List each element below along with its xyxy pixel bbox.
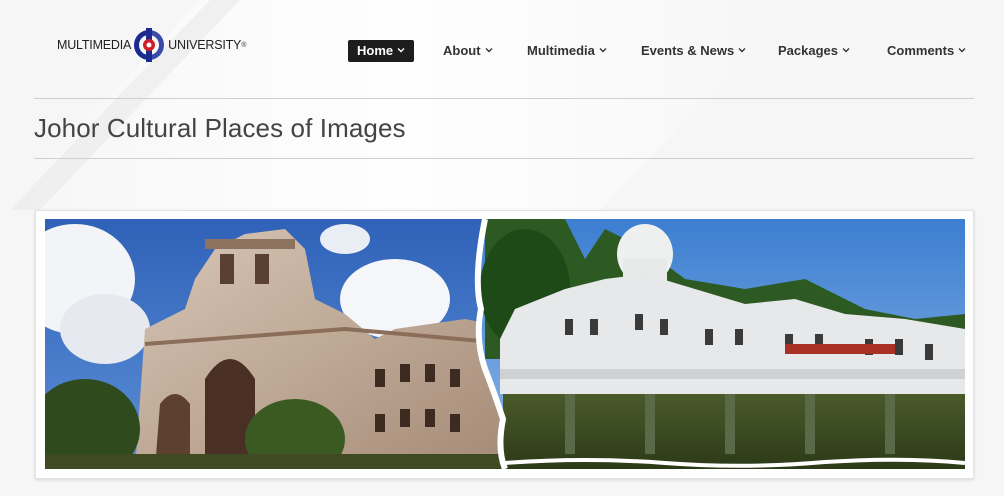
nav-item-multimedia[interactable]: Multimedia: [527, 40, 607, 62]
logo-text-left: MULTIMEDIA: [57, 38, 132, 52]
white-palace-photo: [474, 219, 965, 469]
logo-mark-icon: [134, 28, 165, 62]
page-title: Johor Cultural Places of Images: [34, 113, 406, 143]
nav-label: About: [443, 43, 481, 58]
nav-label: Home: [357, 43, 394, 58]
nav-item-home[interactable]: Home: [348, 40, 415, 62]
banner-frame: [35, 210, 974, 479]
chevron-down-icon: [958, 48, 966, 53]
nav-label: Comments: [887, 43, 955, 58]
nav-label: Packages: [778, 43, 838, 58]
chevron-down-icon: [485, 48, 493, 53]
banner-image: [45, 219, 965, 469]
divider-bottom: [34, 158, 974, 159]
chevron-down-icon: [397, 48, 405, 53]
nav-item-comments[interactable]: Comments: [887, 40, 966, 62]
divider-top: [34, 98, 974, 99]
university-logo[interactable]: MULTIMEDIA UNIVERSITY ®: [57, 27, 246, 63]
registered-mark: ®: [241, 41, 247, 49]
chevron-down-icon: [842, 48, 850, 53]
logo-text-right: UNIVERSITY: [168, 38, 242, 52]
nav-label: Events & News: [641, 43, 735, 58]
chevron-down-icon: [738, 48, 746, 53]
nav-label: Multimedia: [527, 43, 595, 58]
colonial-building-photo: [45, 219, 516, 469]
nav-item-packages[interactable]: Packages: [778, 40, 850, 62]
chevron-down-icon: [599, 48, 607, 53]
nav-item-events-news[interactable]: Events & News: [641, 40, 746, 62]
nav-item-about[interactable]: About: [443, 40, 493, 62]
